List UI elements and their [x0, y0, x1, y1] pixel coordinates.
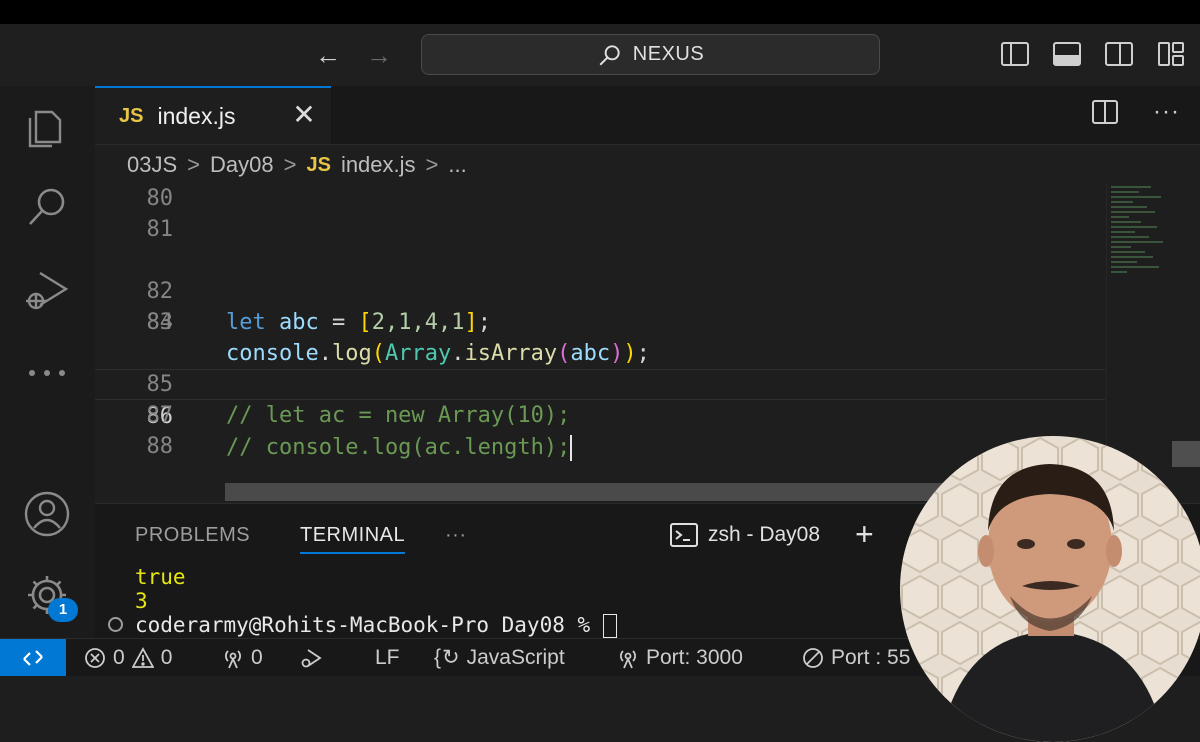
broadcast-icon	[225, 649, 241, 668]
command-center-label: NEXUS	[632, 43, 705, 65]
tab-terminal[interactable]: TERMINAL	[300, 524, 406, 554]
eol-label: LF	[375, 645, 400, 669]
braces-icon: {	[434, 645, 442, 669]
breadcrumb-item-symbols[interactable]: ...	[448, 152, 466, 178]
editor-tab-bar: JS index.js ✕	[95, 86, 1200, 145]
language-label: JavaScript	[466, 645, 565, 669]
code-line: 85 // let ac = new Array(10);	[95, 338, 1105, 428]
code-line: 80	[95, 183, 1105, 214]
warning-count: 0	[160, 645, 173, 669]
current-code-line: 86 // console.log(ac.length);	[95, 369, 1105, 461]
terminal-prompt: coderarmy@Rohits-MacBook-Pro Day08 %	[135, 613, 603, 637]
panel-more-icon[interactable]: ···	[445, 524, 466, 547]
js-file-icon: JS	[119, 104, 144, 127]
terminal-command-decoration	[108, 617, 123, 632]
arrow-right-icon[interactable]: →	[364, 40, 394, 70]
arrow-left-icon[interactable]: ←	[313, 40, 343, 70]
circle-slash-icon	[803, 647, 823, 668]
layout-controls	[1000, 40, 1186, 68]
vertical-scrollbar[interactable]	[1172, 183, 1200, 503]
webcam-presenter-image	[900, 436, 1200, 742]
toggle-primary-sidebar-icon[interactable]	[1000, 40, 1030, 68]
more-icon[interactable]	[22, 348, 72, 398]
code-line: 81	[95, 214, 1105, 245]
line-number: 81	[146, 217, 174, 242]
port-3000-status[interactable]: Port: 3000	[617, 639, 743, 676]
run-debug-icon[interactable]	[22, 265, 72, 315]
add-terminal-icon[interactable]: +	[855, 516, 874, 553]
terminal-icon	[670, 523, 698, 547]
terminal-output-line: true	[135, 565, 186, 589]
run-debug-icon	[301, 648, 322, 667]
toggle-secondary-sidebar-icon[interactable]	[1104, 40, 1134, 68]
breadcrumb-separator: >	[425, 152, 439, 177]
ports-status[interactable]: 0	[222, 639, 263, 676]
code-line: 87	[95, 400, 1105, 431]
error-icon	[85, 647, 105, 668]
line-number: 88	[146, 434, 174, 459]
close-icon[interactable]: ✕	[291, 101, 317, 129]
error-count: 0	[113, 645, 125, 669]
terminal-output-line: 3	[135, 589, 148, 613]
breadcrumb: 03JS > Day08 > JS index.js > ...	[127, 150, 467, 180]
tab-index-js[interactable]: JS index.js ✕	[95, 86, 331, 144]
remote-icon	[23, 649, 43, 666]
debug-status[interactable]	[300, 639, 322, 676]
code-line: 84	[95, 307, 1105, 338]
js-file-icon: JS	[306, 153, 331, 176]
language-status[interactable]: {↻ JavaScript	[434, 639, 565, 676]
line-number: 80	[146, 186, 174, 211]
breadcrumb-item-index-js[interactable]: index.js	[341, 152, 416, 178]
warning-icon	[131, 646, 154, 668]
language-settings-icon: ↻	[442, 646, 460, 669]
search-icon	[599, 44, 620, 65]
problems-status[interactable]: 0 0	[84, 639, 172, 676]
manage-badge: 1	[48, 598, 78, 622]
code-editor[interactable]: 80 81 82 let abc = [2,1,4,1]; 83 console…	[95, 183, 1105, 503]
breadcrumb-separator: >	[283, 152, 297, 177]
terminal-cursor	[602, 614, 617, 638]
customize-layout-icon[interactable]	[1156, 40, 1186, 68]
code-line: 83 console.log(Array.isArray(abc));	[95, 276, 1105, 366]
search-icon[interactable]	[22, 182, 72, 232]
port-label: Port: 3000	[646, 645, 743, 669]
tab-problems[interactable]: PROBLEMS	[135, 524, 250, 547]
breadcrumb-item-day08[interactable]: Day08	[210, 152, 274, 178]
line-number: 84	[146, 310, 174, 335]
top-strip	[0, 0, 1200, 24]
terminal-profile[interactable]: zsh - Day08	[670, 522, 820, 548]
command-center-search[interactable]: NEXUS	[421, 34, 880, 75]
eol-status[interactable]: LF	[375, 639, 400, 676]
code-line: 88	[95, 431, 1105, 462]
ports-count: 0	[251, 645, 263, 669]
toggle-panel-icon[interactable]	[1052, 40, 1082, 68]
remote-indicator[interactable]	[0, 639, 66, 676]
broadcast-icon	[620, 649, 636, 668]
port-55-status[interactable]: Port : 55	[802, 639, 910, 676]
more-actions-icon[interactable]: ···	[1153, 98, 1180, 126]
port-label: Port : 55	[831, 645, 911, 669]
explorer-icon[interactable]	[22, 100, 72, 150]
split-editor-icon[interactable]	[1091, 98, 1119, 126]
editor-actions: ···	[1091, 98, 1180, 126]
breadcrumb-separator: >	[187, 152, 201, 177]
tab-label: index.js	[157, 102, 236, 129]
webcam-overlay	[900, 436, 1200, 742]
line-number: 87	[146, 403, 174, 428]
breadcrumb-item-03js[interactable]: 03JS	[127, 152, 177, 178]
code-line: 82 let abc = [2,1,4,1];	[95, 245, 1105, 335]
scrollbar-thumb[interactable]	[1172, 441, 1200, 467]
terminal-prompt-line[interactable]: coderarmy@Rohits-MacBook-Pro Day08 %	[135, 613, 617, 638]
terminal-profile-label: zsh - Day08	[708, 523, 821, 546]
account-icon[interactable]	[22, 489, 72, 539]
